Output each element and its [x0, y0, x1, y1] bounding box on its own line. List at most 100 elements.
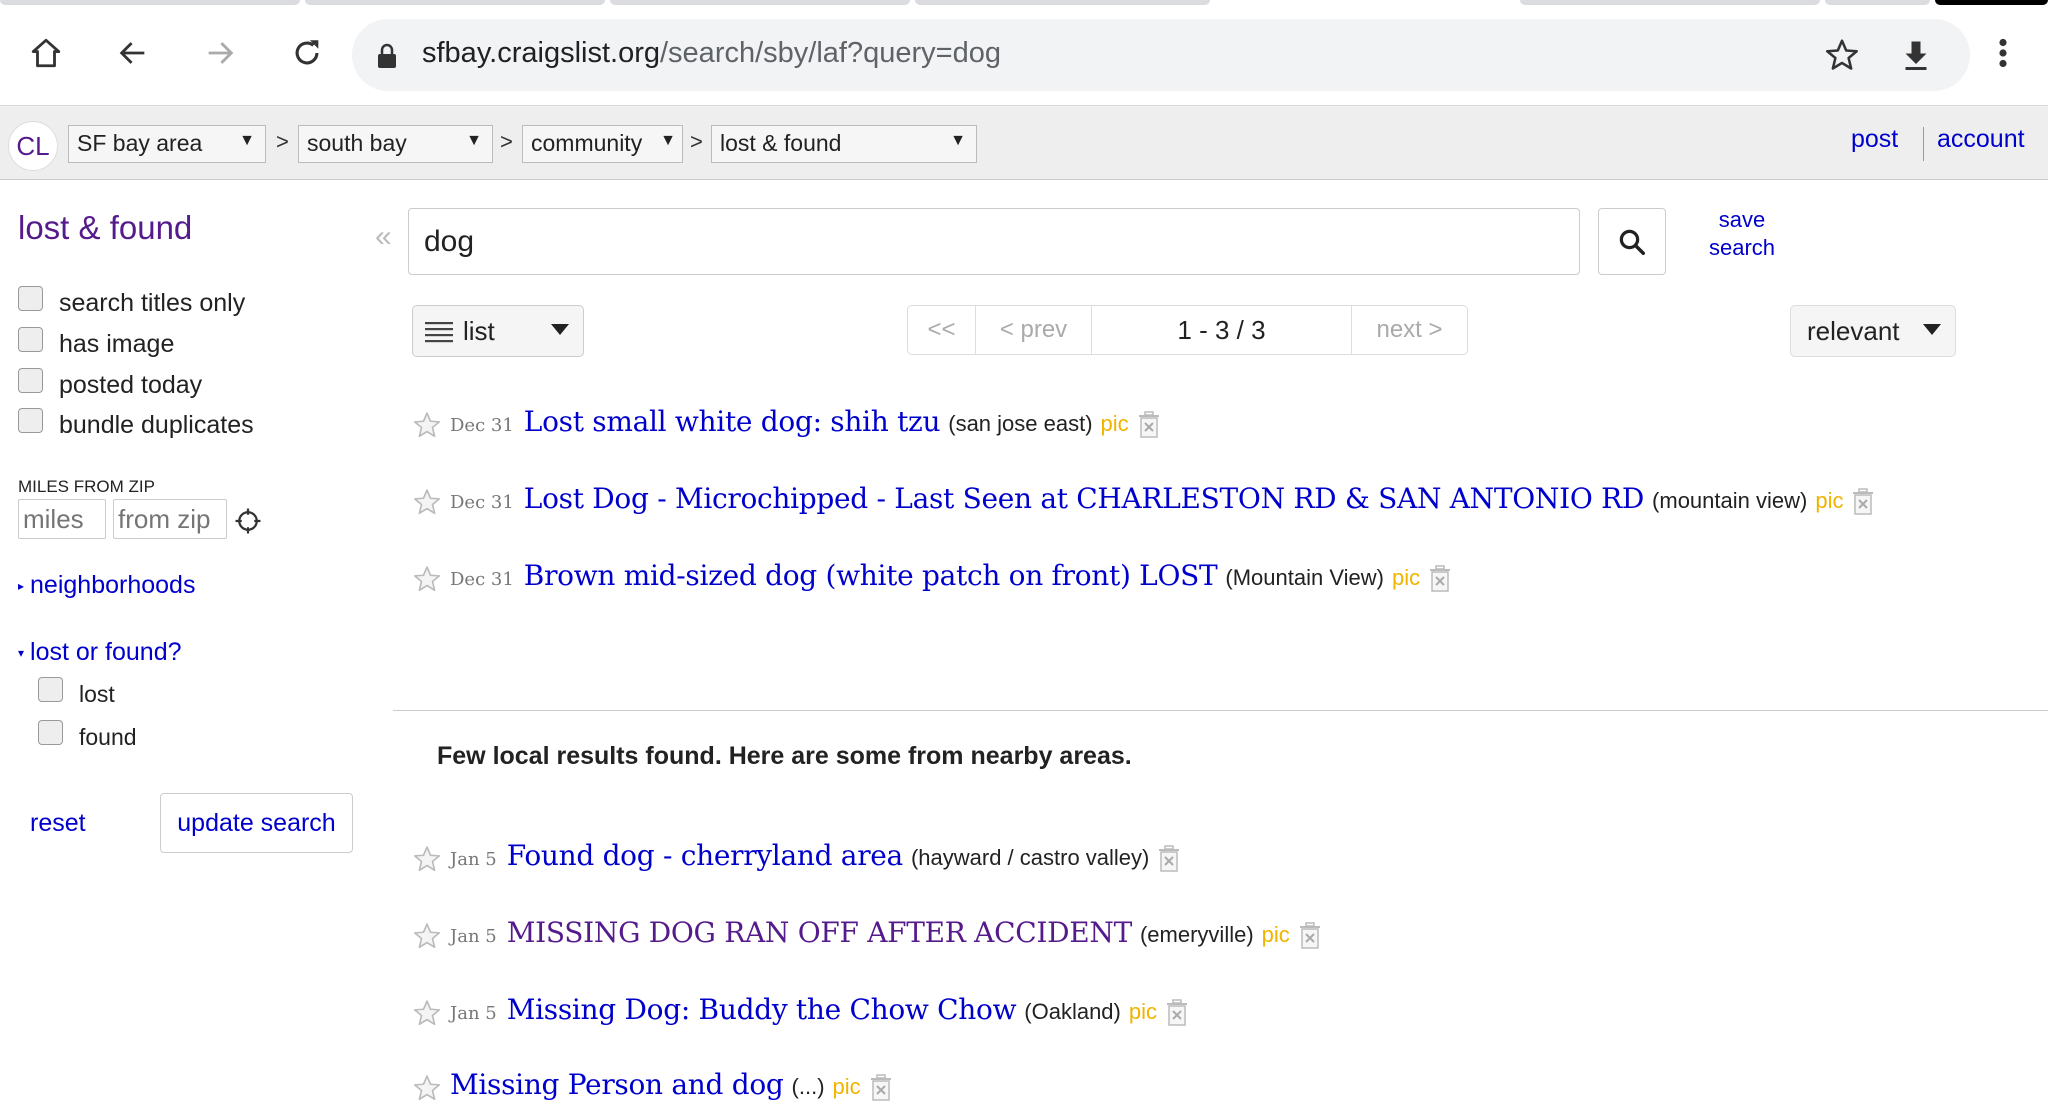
favorite-star-icon[interactable]: [412, 487, 442, 517]
result-title-link[interactable]: Lost small white dog: shih tzu: [524, 405, 941, 438]
checkbox[interactable]: [38, 677, 63, 702]
checkbox-label: lost: [79, 681, 115, 707]
save-search-line2: search: [1708, 235, 1776, 260]
zip-input[interactable]: [113, 499, 227, 539]
page-range: 1 - 3 / 3: [1092, 306, 1352, 354]
result-date: Dec 31: [450, 415, 514, 436]
update-search-button[interactable]: update search: [160, 793, 353, 853]
result-neighborhood: (Mountain View): [1225, 565, 1384, 590]
result-row: Jan 5 MISSING DOG RAN OFF AFTER ACCIDENT(…: [412, 916, 1322, 956]
has-pic-tag: pic: [1815, 488, 1844, 513]
post-link[interactable]: post: [1851, 125, 1898, 154]
result-date: Dec 31: [450, 569, 514, 590]
pagination: << < prev 1 - 3 / 3 next >: [907, 305, 1468, 355]
back-icon[interactable]: [115, 35, 151, 71]
search-icon: [1619, 229, 1645, 255]
checkbox-label: posted today: [59, 371, 203, 399]
forward-icon[interactable]: [202, 35, 238, 71]
craigslist-logo[interactable]: CL: [8, 121, 58, 171]
address-bar[interactable]: sfbay.craigslist.org/search/sby/laf?quer…: [352, 19, 1970, 91]
filter-found[interactable]: found: [38, 720, 137, 751]
favorite-star-icon[interactable]: [412, 1073, 442, 1103]
section-select[interactable]: community ▼: [522, 125, 683, 163]
view-mode-select[interactable]: list: [412, 305, 584, 357]
hide-posting-icon[interactable]: [1137, 411, 1161, 439]
next-page-button[interactable]: next >: [1352, 306, 1467, 354]
breadcrumb-separator: >: [500, 129, 513, 154]
miles-input[interactable]: [18, 499, 106, 539]
bookmark-star-icon[interactable]: [1824, 37, 1860, 78]
favorite-star-icon[interactable]: [412, 921, 442, 951]
lock-icon[interactable]: [376, 43, 398, 74]
breadcrumb-separator: >: [276, 129, 289, 154]
hide-posting-icon[interactable]: [869, 1074, 893, 1102]
result-neighborhood: (emeryville): [1139, 922, 1254, 947]
filter-search-titles-only[interactable]: search titles only: [18, 286, 245, 318]
account-link[interactable]: account: [1937, 125, 2025, 154]
favorite-star-icon[interactable]: [412, 564, 442, 594]
download-icon[interactable]: [1898, 37, 1934, 78]
result-row: Dec 31 Brown mid-sized dog (white patch o…: [412, 559, 1452, 599]
result-neighborhood: (Oakland): [1024, 999, 1121, 1024]
menu-dots-icon[interactable]: [1994, 35, 2012, 76]
sort-select[interactable]: relevant: [1790, 305, 1956, 357]
hide-posting-icon[interactable]: [1165, 999, 1189, 1027]
subarea-select[interactable]: south bay ▼: [298, 125, 493, 163]
category-select[interactable]: lost & found ▼: [711, 125, 977, 163]
filter-bundle-duplicates[interactable]: bundle duplicates: [18, 408, 254, 440]
result-neighborhood: (hayward / castro valley): [910, 845, 1150, 870]
lost-or-found-toggle[interactable]: ▾ lost or found?: [18, 638, 182, 667]
dropdown-arrow-icon: ▼: [239, 132, 255, 149]
checkbox[interactable]: [38, 720, 63, 745]
has-pic-tag: pic: [1391, 565, 1421, 590]
result-neighborhood: (...): [791, 1074, 825, 1099]
reload-icon[interactable]: [289, 35, 325, 71]
neighborhoods-label: neighborhoods: [30, 571, 196, 599]
result-row: Jan 5 Missing Dog: Buddy the Chow Chow (Oa…: [412, 993, 1189, 1033]
result-row: Jan 5 Found dog - cherryland area (hayward…: [412, 839, 1181, 879]
url-host: sfbay.craigslist.org: [422, 37, 660, 69]
dropdown-arrow-icon: ▼: [660, 132, 676, 149]
hide-posting-icon[interactable]: [1298, 922, 1322, 950]
hide-posting-icon[interactable]: [1157, 845, 1181, 873]
filter-lost[interactable]: lost: [38, 677, 115, 708]
url-text[interactable]: sfbay.craigslist.org/search/sby/laf?quer…: [422, 37, 1001, 70]
checkbox-label: found: [79, 724, 137, 750]
prev-page-button[interactable]: < prev: [976, 306, 1092, 354]
home-icon[interactable]: [28, 35, 64, 71]
checkbox[interactable]: [18, 286, 43, 311]
checkbox[interactable]: [18, 327, 43, 352]
checkbox-label: bundle duplicates: [59, 411, 254, 439]
checkbox-label: has image: [59, 330, 175, 358]
nearby-results-note: Few local results found. Here are some f…: [437, 742, 1132, 770]
search-input[interactable]: [408, 208, 1580, 275]
search-button[interactable]: [1598, 208, 1666, 275]
result-title-link[interactable]: MISSING DOG RAN OFF AFTER ACCIDENT: [507, 916, 1133, 949]
favorite-star-icon[interactable]: [412, 998, 442, 1028]
hide-posting-icon[interactable]: [1851, 488, 1875, 516]
save-search-line1: save: [1718, 207, 1766, 232]
area-select-value: SF bay area: [77, 130, 203, 156]
result-title-link[interactable]: Missing Dog: Buddy the Chow Chow: [507, 993, 1017, 1026]
checkbox[interactable]: [18, 408, 43, 433]
has-pic-tag: pic: [1128, 999, 1157, 1024]
result-title-link[interactable]: Brown mid-sized dog (white patch on fron…: [524, 559, 1218, 592]
locate-me-icon[interactable]: [233, 506, 263, 541]
checkbox[interactable]: [18, 368, 43, 393]
filter-has-image[interactable]: has image: [18, 327, 175, 359]
collapse-sidebar-icon[interactable]: «: [375, 220, 392, 254]
result-row: Dec 31 Lost small white dog: shih tzu (san…: [412, 405, 1161, 445]
dropdown-arrow-icon: ▼: [950, 132, 966, 149]
triangle-down-icon: ▾: [18, 646, 25, 661]
result-title-link[interactable]: Lost Dog - Microchipped - Last Seen at C…: [524, 482, 1645, 515]
filter-posted-today[interactable]: posted today: [18, 368, 203, 400]
favorite-star-icon[interactable]: [412, 410, 442, 440]
favorite-star-icon[interactable]: [412, 844, 442, 874]
reset-link[interactable]: reset: [30, 809, 86, 838]
area-select[interactable]: SF bay area ▼: [68, 125, 266, 163]
save-search-link[interactable]: save search: [1700, 206, 1784, 262]
neighborhoods-toggle[interactable]: ▸ neighborhoods: [18, 571, 195, 600]
first-page-button[interactable]: <<: [908, 306, 976, 354]
hide-posting-icon[interactable]: [1428, 565, 1452, 593]
result-title-link[interactable]: Found dog - cherryland area: [507, 839, 904, 872]
